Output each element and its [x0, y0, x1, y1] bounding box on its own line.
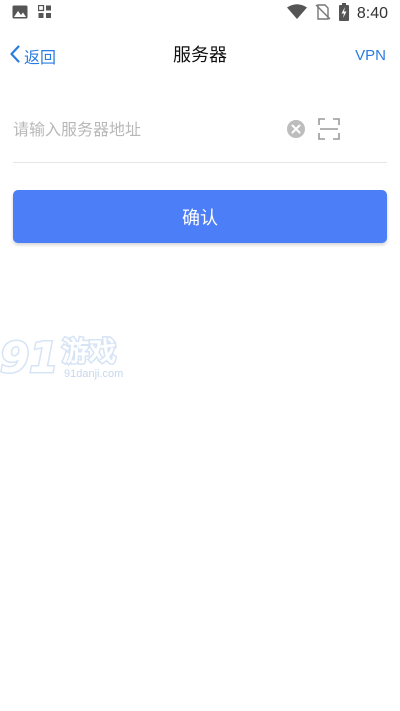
chevron-left-icon: [10, 45, 20, 67]
watermark-text: 游戏: [62, 337, 116, 368]
status-left: [12, 4, 52, 24]
watermark-domain: 91danji.com: [64, 368, 123, 380]
image-icon: [12, 5, 28, 24]
battery-charging-icon: [338, 2, 349, 26]
clear-icon[interactable]: [287, 120, 305, 138]
back-button[interactable]: 返回: [10, 42, 56, 70]
back-label: 返回: [24, 48, 57, 67]
server-address-input[interactable]: [13, 106, 278, 152]
status-bar: 8:40: [0, 0, 400, 28]
watermark-logo: 91 游戏 91danji.com: [0, 328, 140, 384]
confirm-button[interactable]: 确认: [13, 190, 387, 243]
status-right: 8:40: [286, 2, 388, 26]
status-time: 8:40: [356, 5, 388, 22]
watermark-number: 91: [0, 333, 58, 382]
no-sim-icon: [315, 3, 331, 25]
page-title: 服务器: [173, 45, 227, 66]
vpn-button[interactable]: VPN: [355, 42, 386, 70]
nav-bar: 服务器 返回 VPN: [0, 28, 400, 84]
server-input-row: [13, 104, 387, 163]
scan-icon[interactable]: [317, 117, 341, 141]
wifi-icon: [286, 3, 307, 25]
app-grid-icon: [37, 4, 52, 24]
